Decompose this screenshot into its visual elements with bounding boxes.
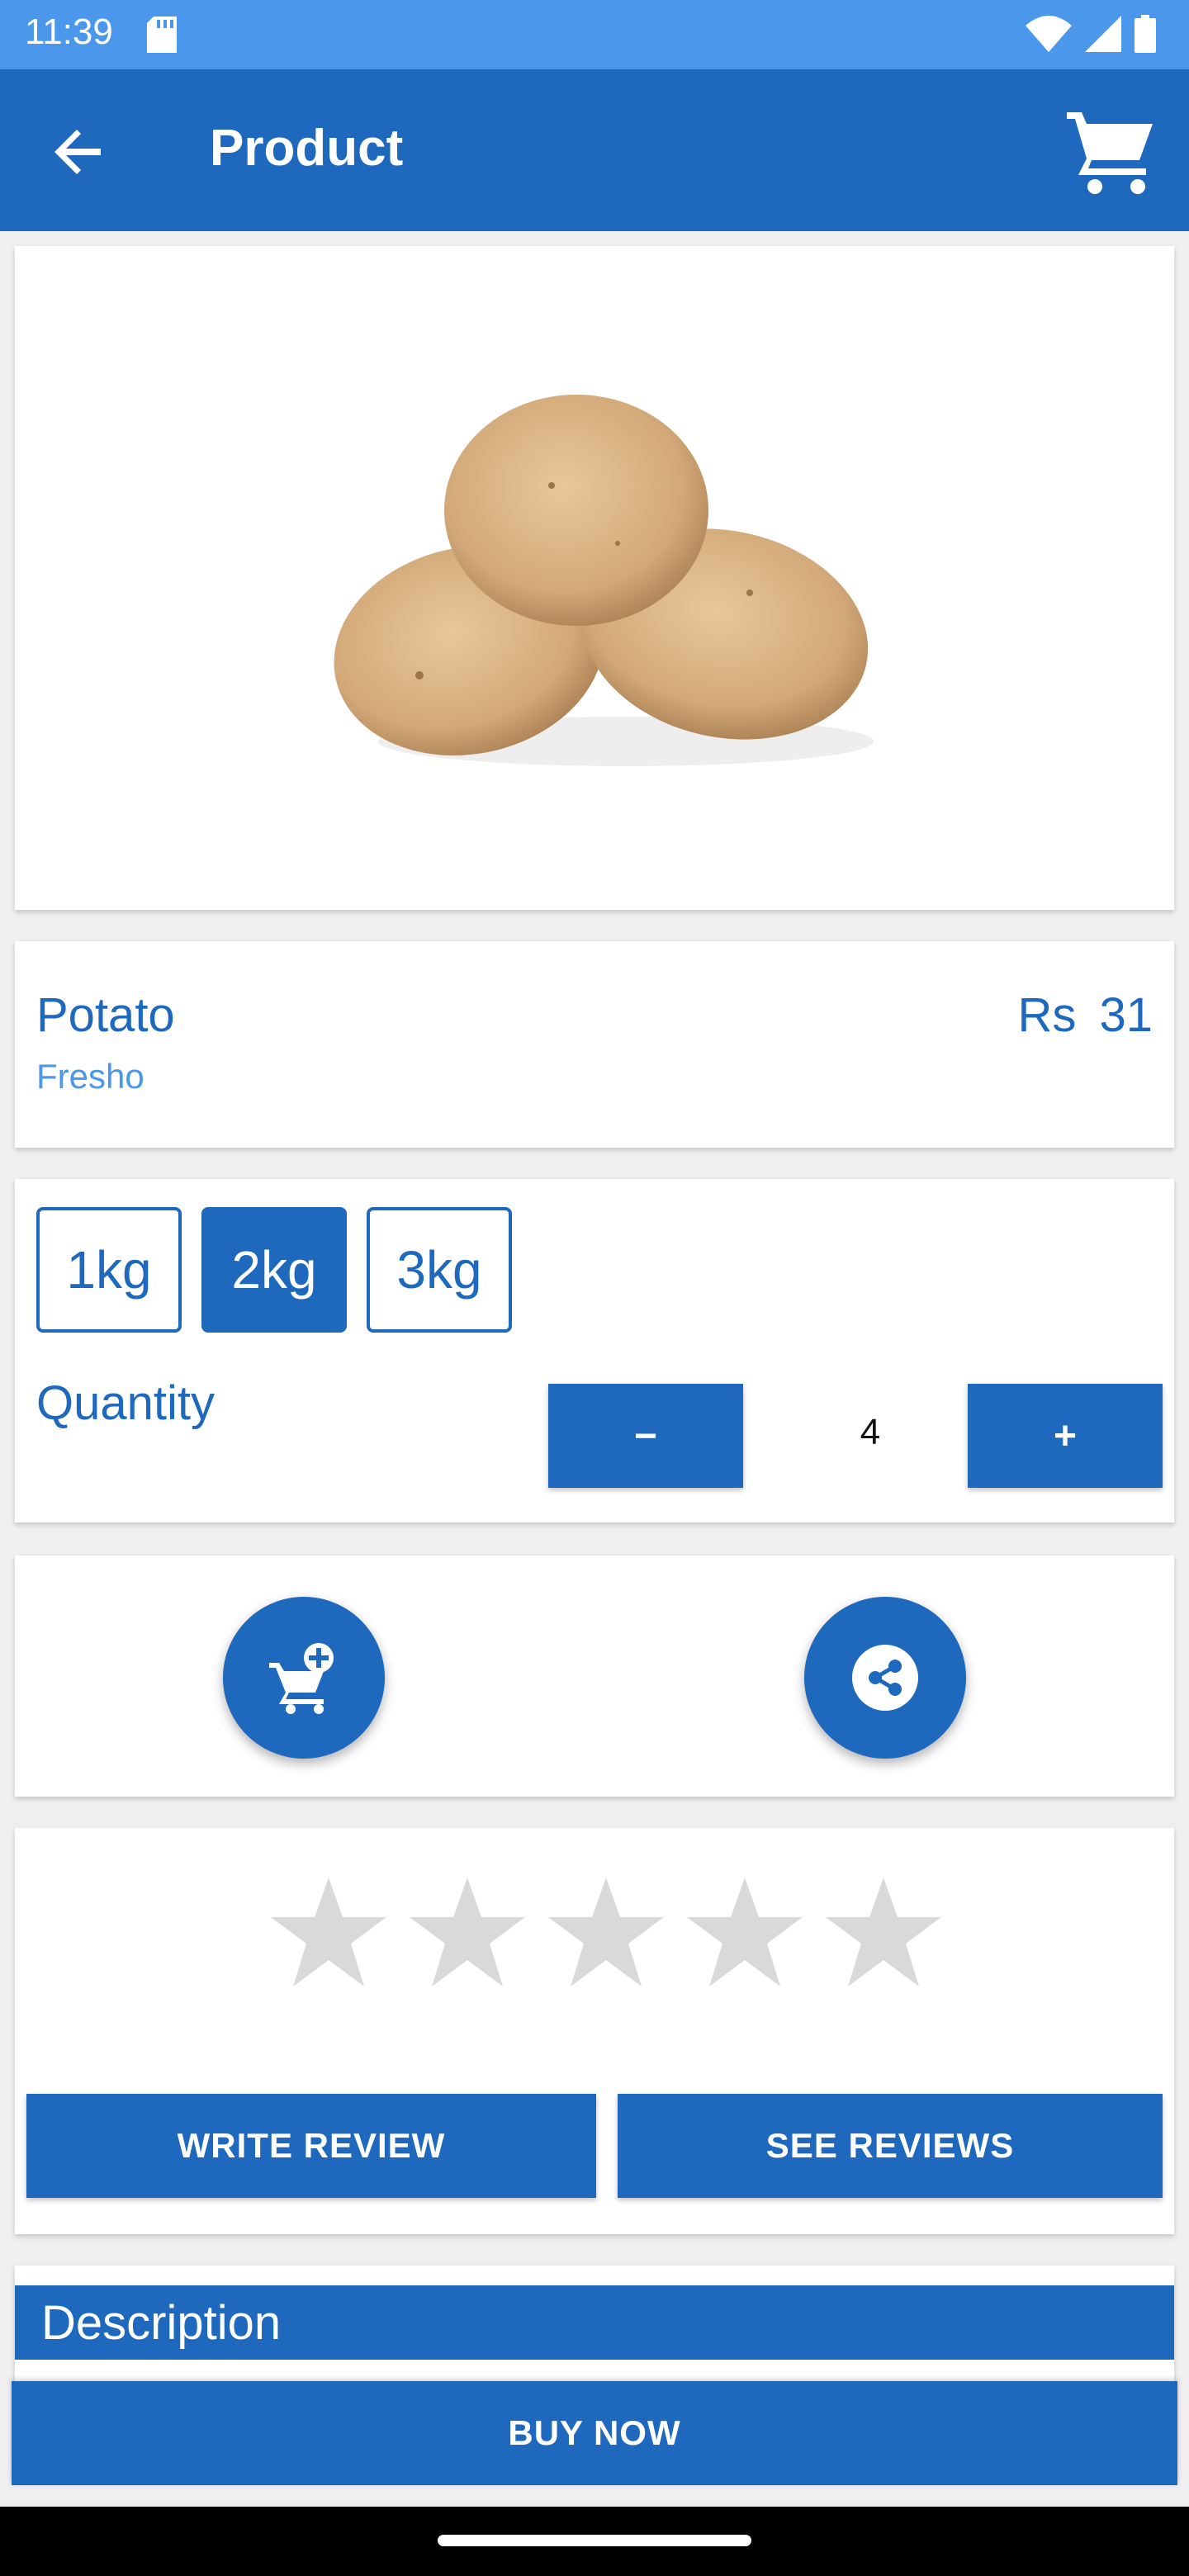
actions-card xyxy=(15,1556,1174,1797)
write-review-button[interactable]: WRITE REVIEW xyxy=(26,2094,596,2198)
star-icon[interactable] xyxy=(687,1878,803,1990)
system-icons xyxy=(1026,15,1156,53)
star-icon[interactable] xyxy=(271,1878,386,1990)
product-name: Potato xyxy=(36,988,175,1042)
rating-stars xyxy=(271,1878,941,1990)
description-heading: Description xyxy=(15,2285,1174,2360)
quantity-decrease-button[interactable]: − xyxy=(548,1384,743,1488)
status-time: 11:39 xyxy=(25,12,113,52)
size-option-2kg[interactable]: 2kg xyxy=(201,1207,347,1333)
product-image xyxy=(334,395,874,766)
star-icon[interactable] xyxy=(410,1878,525,1990)
quantity-value: 4 xyxy=(860,1412,881,1452)
reviews-card: WRITE REVIEW SEE REVIEWS xyxy=(15,1828,1174,2234)
quantity-increase-button[interactable]: + xyxy=(968,1384,1163,1488)
product-info-card: Potato Fresho Rs 31 xyxy=(15,941,1174,1148)
add-to-cart-icon xyxy=(269,1643,334,1714)
product-price: Rs 31 xyxy=(1017,988,1153,1042)
battery-icon xyxy=(1135,15,1156,53)
wifi-icon xyxy=(1026,16,1072,52)
size-option-3kg[interactable]: 3kg xyxy=(367,1207,512,1333)
status-bar: 11:39 xyxy=(0,0,1189,69)
product-brand: Fresho xyxy=(36,1057,144,1096)
star-icon[interactable] xyxy=(826,1878,941,1990)
product-image-card xyxy=(15,246,1174,910)
size-option-1kg[interactable]: 1kg xyxy=(36,1207,182,1333)
options-card: 1kg 2kg 3kg Quantity − 4 + xyxy=(15,1179,1174,1522)
share-button[interactable] xyxy=(804,1597,966,1759)
back-arrow-icon[interactable] xyxy=(53,125,106,178)
add-to-cart-button[interactable] xyxy=(223,1597,385,1759)
see-reviews-button[interactable]: SEE REVIEWS xyxy=(618,2094,1163,2198)
quantity-label: Quantity xyxy=(36,1376,215,1430)
signal-icon xyxy=(1085,16,1121,52)
app-bar: Product xyxy=(0,69,1189,231)
sd-card-icon xyxy=(147,17,177,57)
navigation-bar xyxy=(0,2507,1189,2576)
buy-now-button[interactable]: BUY NOW xyxy=(12,2381,1177,2485)
home-gesture-handle[interactable] xyxy=(438,2535,751,2546)
share-icon xyxy=(852,1645,918,1711)
cart-icon[interactable] xyxy=(1063,106,1156,198)
page-title: Product xyxy=(210,120,404,177)
star-icon[interactable] xyxy=(548,1878,664,1990)
